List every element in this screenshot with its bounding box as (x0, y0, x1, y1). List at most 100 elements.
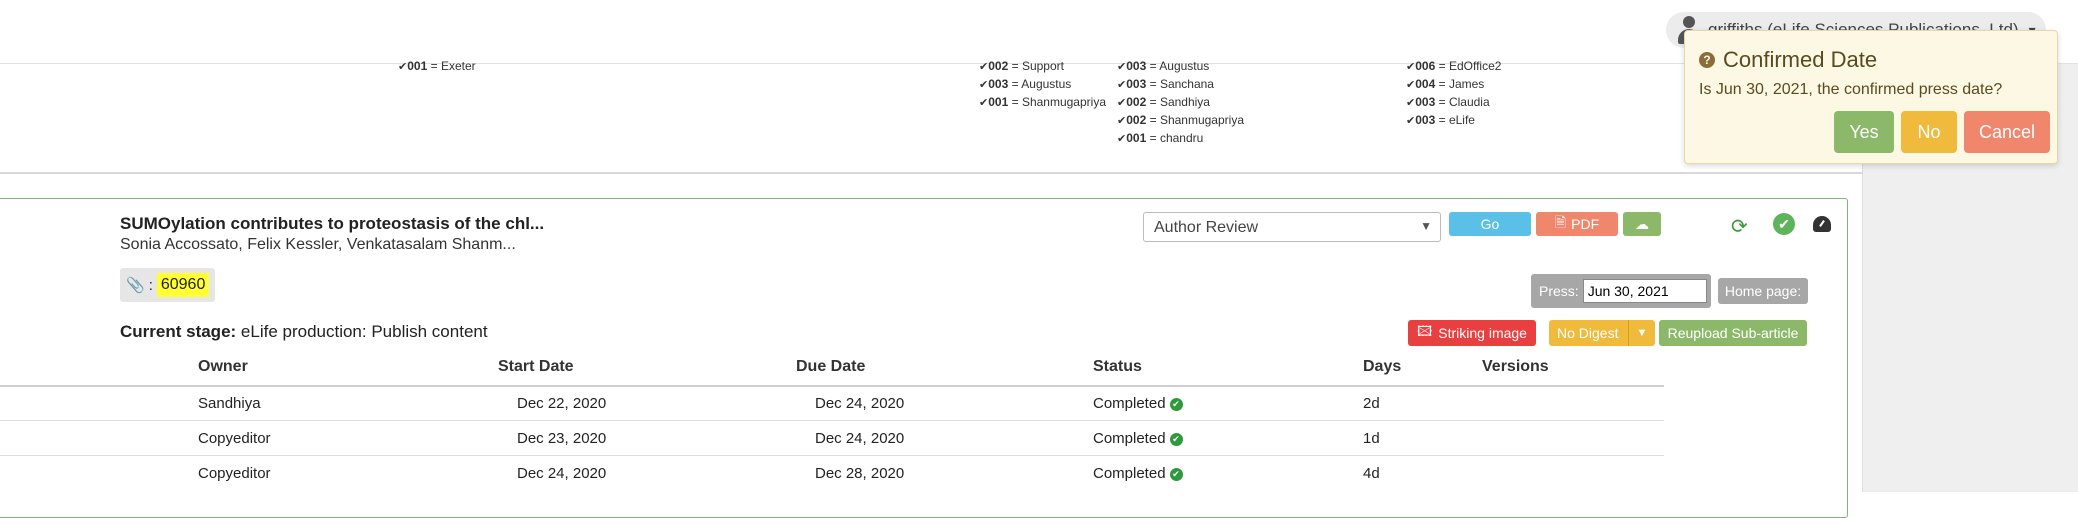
row-divider (0, 455, 1664, 456)
confirm-date-popover: ? Confirmed Date Is Jun 30, 2021, the co… (1684, 30, 2058, 164)
status-text: Completed (1093, 465, 1166, 482)
paperclip-icon: 📎 (126, 277, 145, 294)
cell-owner: Copyeditor (198, 465, 271, 482)
check-icon: ✔ (1117, 133, 1127, 145)
stats-column-1: ✔001 = Exeter (398, 58, 476, 76)
cell-status: Completed ✔ (1093, 430, 1183, 447)
stat-item: ✔001 = Shanmugapriya (979, 95, 1106, 109)
col-header-due-date: Due Date (796, 358, 866, 375)
current-stage-label: Current stage: (120, 322, 237, 341)
press-date-input[interactable] (1582, 279, 1707, 303)
popover-title-text: Confirmed Date (1723, 47, 1878, 72)
check-icon: ✔ (398, 61, 408, 73)
stat-item: ✔004 = James (1406, 77, 1485, 91)
striking-image-label: Striking image (1438, 325, 1527, 341)
stat-item: ✔001 = chandru (1117, 131, 1204, 145)
check-circle-icon: ✔ (1169, 397, 1183, 411)
question-circle-icon: ? (1699, 52, 1715, 68)
cell-start-date: Dec 22, 2020 (517, 395, 607, 412)
go-button[interactable]: Go (1449, 212, 1531, 236)
cell-days: 1d (1363, 430, 1380, 447)
no-digest-label: No Digest (1557, 325, 1619, 341)
stats-column-3: ✔003 = Augustus ✔003 = Sanchana ✔002 = S… (1117, 58, 1244, 148)
row-divider (0, 420, 1664, 421)
cell-owner: Sandhiya (198, 395, 261, 412)
article-title[interactable]: SUMOylation contributes to proteostasis … (120, 214, 544, 234)
refresh-icon[interactable]: ⟳ (1731, 214, 1748, 239)
reupload-subarticle-button[interactable]: Reupload Sub-article (1659, 320, 1807, 346)
current-stage-value: eLife production: Publish content (236, 322, 488, 341)
check-icon: ✔ (1406, 97, 1416, 109)
col-header-start-date: Start Date (498, 358, 574, 375)
check-icon: ✔ (979, 97, 989, 109)
pdf-button[interactable]: 🗎 PDF (1536, 212, 1618, 236)
check-icon: ✔ (1406, 61, 1416, 73)
article-authors: Sonia Accossato, Felix Kessler, Venkatas… (120, 236, 516, 253)
cell-days: 4d (1363, 465, 1380, 482)
yes-button[interactable]: Yes (1834, 111, 1894, 153)
stat-item: ✔003 = Sanchana (1117, 77, 1214, 91)
home-page-button[interactable]: Home page: (1718, 278, 1808, 304)
check-circle-icon: ✔ (1169, 432, 1183, 446)
article-id: 60960 (156, 273, 210, 297)
stat-item: ✔003 = Augustus (979, 77, 1072, 91)
press-label: Press: (1539, 283, 1579, 299)
cell-due-date: Dec 24, 2020 (815, 430, 905, 447)
caret-down-icon[interactable]: ▼ (1628, 320, 1655, 346)
check-circle-icon: ✔ (1169, 467, 1183, 481)
stat-item: ✔002 = Shanmugapriya (1117, 113, 1244, 127)
cell-status: Completed ✔ (1093, 465, 1183, 482)
article-id-badge: 📎 : 60960 (120, 268, 216, 302)
download-button[interactable]: ☁ (1623, 212, 1661, 236)
col-header-versions: Versions (1482, 358, 1549, 375)
stat-item: ✔003 = eLife (1406, 113, 1475, 127)
cell-status: Completed ✔ (1093, 395, 1183, 412)
cell-due-date: Dec 28, 2020 (815, 465, 905, 482)
section-divider (0, 172, 1862, 174)
image-icon: 🖾 (1417, 323, 1433, 339)
cell-start-date: Dec 23, 2020 (517, 430, 607, 447)
no-digest-dropdown[interactable]: No Digest ▼ (1549, 320, 1655, 346)
table-header-divider (0, 385, 1664, 387)
stat-item: ✔003 = Augustus (1117, 59, 1210, 73)
id-separator: : (148, 276, 153, 294)
check-circle-icon[interactable]: ✔ (1773, 213, 1795, 235)
stage-select-value: Author Review (1154, 219, 1259, 236)
stats-column-4: ✔006 = EdOffice2 ✔004 = James ✔003 = Cla… (1406, 58, 1501, 130)
check-icon: ✔ (979, 61, 989, 73)
cell-due-date: Dec 24, 2020 (815, 395, 905, 412)
stats-column-2: ✔002 = Support ✔003 = Augustus ✔001 = Sh… (979, 58, 1106, 112)
cloud-download-icon: ☁ (1635, 215, 1649, 232)
stage-select[interactable]: Author Review ▼ (1143, 212, 1441, 242)
cancel-button[interactable]: Cancel (1964, 111, 2050, 153)
check-icon: ✔ (979, 79, 989, 91)
press-date-group: Press: (1531, 274, 1711, 308)
popover-message: Is Jun 30, 2021, the confirmed press dat… (1699, 81, 2003, 98)
cell-days: 2d (1363, 395, 1380, 412)
check-icon: ✔ (1117, 79, 1127, 91)
current-stage: Current stage: eLife production: Publish… (120, 322, 488, 342)
popover-title: ? Confirmed Date (1699, 47, 1877, 73)
check-icon: ✔ (1117, 61, 1127, 73)
stat-item: ✔003 = Claudia (1406, 95, 1490, 109)
dashboard-icon[interactable] (1813, 216, 1831, 232)
chevron-down-icon: ▼ (1420, 219, 1432, 233)
stat-item: ✔006 = EdOffice2 (1406, 59, 1502, 73)
cell-start-date: Dec 24, 2020 (517, 465, 607, 482)
no-button[interactable]: No (1901, 111, 1957, 153)
stat-item: ✔002 = Sandhiya (1117, 95, 1210, 109)
cell-owner: Copyeditor (198, 430, 271, 447)
file-pdf-icon: 🗎 (1554, 214, 1567, 230)
col-header-status: Status (1093, 358, 1142, 375)
check-icon: ✔ (1406, 115, 1416, 127)
check-icon: ✔ (1117, 115, 1127, 127)
stat-item: ✔002 = Support (979, 59, 1064, 73)
status-text: Completed (1093, 395, 1166, 412)
striking-image-button[interactable]: 🖾 Striking image (1408, 320, 1536, 346)
status-text: Completed (1093, 430, 1166, 447)
check-icon: ✔ (1117, 97, 1127, 109)
stat-item: ✔001 = Exeter (398, 59, 476, 73)
pdf-label: PDF (1571, 216, 1600, 232)
col-header-owner: Owner (198, 358, 248, 375)
col-header-days: Days (1363, 358, 1402, 375)
